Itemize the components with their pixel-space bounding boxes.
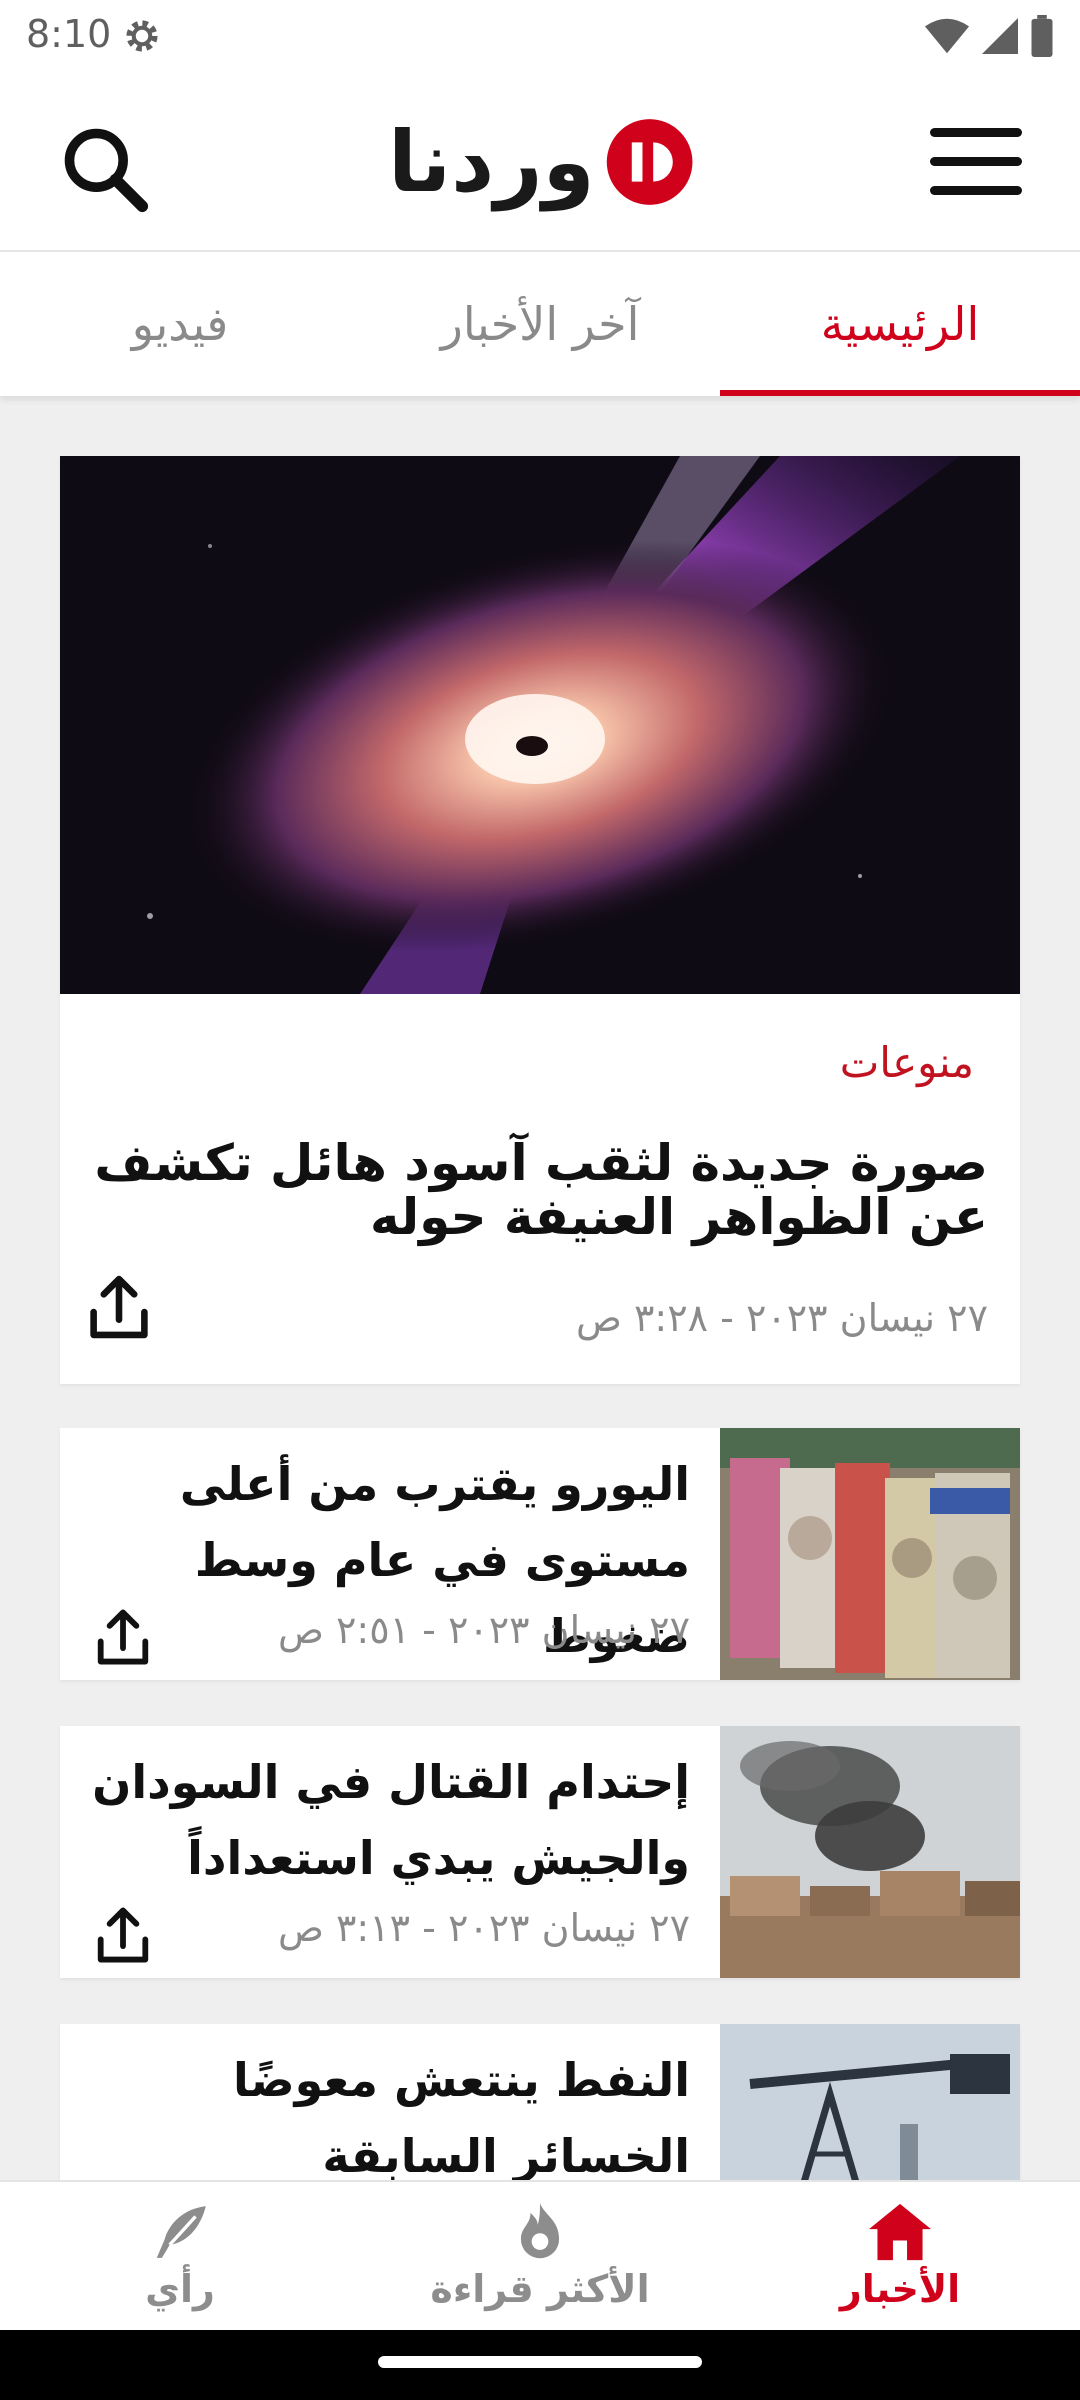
- featured-article-image[interactable]: [60, 456, 1020, 994]
- battery-icon: [1031, 15, 1053, 57]
- gesture-bar: [0, 2330, 1080, 2400]
- tab-video[interactable]: فيديو: [0, 252, 360, 396]
- share-icon[interactable]: [88, 1274, 150, 1340]
- article-title[interactable]: إحتدام القتال في السودان والجيش يبدي است…: [80, 1744, 690, 1896]
- feather-icon: [156, 2206, 206, 2258]
- news-feed: منوعات صورة جديدة لثقب آسود هائل تكشف عن…: [60, 456, 1020, 2276]
- article-thumbnail[interactable]: [720, 1428, 1020, 1680]
- nav-opinion-label: رأي: [145, 2267, 215, 2311]
- featured-article-card[interactable]: منوعات صورة جديدة لثقب آسود هائل تكشف عن…: [60, 456, 1020, 1384]
- status-bar: 8:10: [0, 0, 1080, 72]
- menu-icon[interactable]: [930, 124, 1022, 200]
- gear-icon: [126, 20, 158, 52]
- status-time: 8:10: [26, 12, 112, 56]
- nav-news-label: الأخبار: [839, 2267, 961, 2311]
- article-card[interactable]: اليورو يقترب من أعلى مستوى في عام وسط ضغ…: [60, 1428, 1020, 1680]
- tab-bar: الرئيسية آخر الأخبار فيديو: [0, 252, 1080, 396]
- featured-article-date: ٢٧ نيسان ٢٠٢٣ - ٣:٢٨ ص: [575, 1296, 988, 1340]
- nav-opinion[interactable]: رأي: [0, 2182, 360, 2330]
- tab-home[interactable]: الرئيسية: [720, 252, 1080, 396]
- app-logo[interactable]: وردنا: [388, 102, 694, 222]
- nav-most-read-label: الأكثر قراءة: [430, 2267, 650, 2311]
- share-icon[interactable]: [96, 1608, 150, 1666]
- article-card[interactable]: إحتدام القتال في السودان والجيش يبدي است…: [60, 1726, 1020, 1978]
- search-icon[interactable]: [58, 122, 150, 214]
- bottom-navigation: الأخبار الأكثر قراءة رأي: [0, 2180, 1080, 2330]
- nav-news[interactable]: الأخبار: [720, 2182, 1080, 2330]
- logo-mark-icon: [606, 119, 693, 205]
- article-thumbnail[interactable]: [720, 1726, 1020, 1978]
- nav-most-read[interactable]: الأكثر قراءة: [360, 2182, 720, 2330]
- share-icon[interactable]: [96, 1906, 150, 1964]
- home-icon: [869, 2203, 931, 2261]
- article-date: ٢٧ نيسان ٢٠٢٣ - ٣:١٣ ص: [277, 1906, 690, 1950]
- logo-text: وردنا: [388, 113, 595, 211]
- featured-article-title[interactable]: صورة جديدة لثقب آسود هائل تكشف عن الظواه…: [88, 1136, 988, 1244]
- cell-signal-icon: [982, 18, 1018, 54]
- wifi-icon: [924, 18, 970, 54]
- flame-icon: [520, 2203, 560, 2259]
- system-icons: [924, 14, 1054, 58]
- article-title[interactable]: النفط ينتعش معوضًا الخسائر السابقة: [80, 2042, 690, 2194]
- article-category[interactable]: منوعات: [840, 1038, 974, 1087]
- article-date: ٢٧ نيسان ٢٠٢٣ - ٢:٥١ ص: [277, 1608, 690, 1652]
- tab-latest-news[interactable]: آخر الأخبار: [360, 252, 720, 396]
- home-indicator[interactable]: [378, 2356, 702, 2368]
- app-header: وردنا: [0, 72, 1080, 252]
